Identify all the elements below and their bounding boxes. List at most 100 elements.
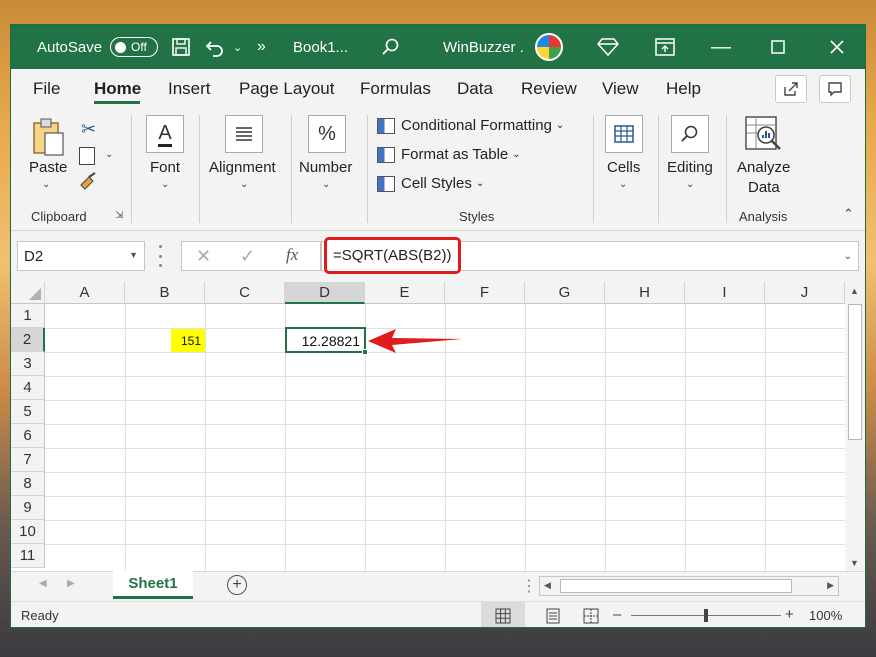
tab-home[interactable]: Home bbox=[94, 79, 141, 99]
row-header-1[interactable]: 1 bbox=[11, 304, 45, 328]
zoom-out-button[interactable]: – bbox=[613, 606, 621, 623]
save-icon[interactable] bbox=[171, 25, 191, 69]
cells-dropdown-icon[interactable]: ⌄ bbox=[619, 179, 627, 190]
row-header-8[interactable]: 8 bbox=[11, 472, 45, 496]
minimize-icon[interactable]: — bbox=[711, 25, 731, 69]
scroll-right-icon[interactable]: ▶ bbox=[827, 580, 834, 591]
column-header-d[interactable]: D bbox=[285, 282, 365, 304]
analyze-data-icon[interactable] bbox=[742, 113, 784, 155]
formula-bar-grip-icon[interactable] bbox=[159, 245, 163, 267]
horizontal-scrollbar[interactable]: ◀ ▶ bbox=[539, 576, 839, 596]
column-header-b[interactable]: B bbox=[125, 282, 205, 304]
conditional-formatting-button[interactable]: Conditional Formatting ⌄ bbox=[377, 117, 564, 134]
scroll-left-icon[interactable]: ◀ bbox=[544, 580, 551, 591]
font-button[interactable]: Font bbox=[150, 159, 180, 176]
scroll-down-icon[interactable]: ▼ bbox=[850, 558, 859, 568]
horizontal-scroll-thumb[interactable] bbox=[560, 579, 792, 593]
paste-button[interactable]: Paste bbox=[29, 159, 67, 176]
copy-icon[interactable] bbox=[79, 147, 95, 165]
formula-text-highlight[interactable]: =SQRT(ABS(B2)) bbox=[324, 237, 461, 274]
number-dropdown-icon[interactable]: ⌄ bbox=[322, 179, 330, 190]
page-layout-view-button[interactable] bbox=[545, 608, 561, 627]
file-name[interactable]: Book1... bbox=[293, 25, 348, 69]
alignment-icon[interactable] bbox=[225, 115, 263, 153]
share-button[interactable] bbox=[775, 75, 807, 103]
row-header-10[interactable]: 10 bbox=[11, 520, 45, 544]
cells-icon[interactable] bbox=[605, 115, 643, 153]
copy-dropdown-icon[interactable]: ⌄ bbox=[105, 149, 113, 160]
scroll-up-icon[interactable]: ▲ bbox=[850, 286, 859, 296]
cell-b2[interactable]: 151 bbox=[171, 329, 205, 352]
enter-icon[interactable]: ✓ bbox=[240, 246, 255, 267]
scroll-tabs-right-icon[interactable]: ▶ bbox=[67, 578, 75, 589]
name-box[interactable]: D2 ▼ bbox=[17, 241, 145, 271]
worksheet-grid[interactable]: A B C D E F G H I J 1 2 3 4 5 6 7 8 9 10… bbox=[11, 282, 865, 572]
zoom-in-button[interactable]: + bbox=[785, 606, 794, 623]
zoom-level[interactable]: 100% bbox=[809, 608, 842, 623]
alignment-button[interactable]: Alignment bbox=[209, 159, 276, 176]
comments-button[interactable] bbox=[819, 75, 851, 103]
diamond-icon[interactable] bbox=[597, 25, 619, 69]
sheet-tab-sheet1[interactable]: Sheet1 bbox=[113, 571, 193, 599]
column-header-e[interactable]: E bbox=[365, 282, 445, 304]
insert-function-button[interactable]: fx bbox=[286, 245, 298, 265]
row-header-6[interactable]: 6 bbox=[11, 424, 45, 448]
column-header-f[interactable]: F bbox=[445, 282, 525, 304]
tab-view[interactable]: View bbox=[602, 79, 639, 99]
editing-icon[interactable] bbox=[671, 115, 709, 153]
undo-icon[interactable] bbox=[205, 25, 225, 69]
expand-formula-bar-icon[interactable]: ⌄ bbox=[844, 251, 852, 262]
format-painter-icon[interactable] bbox=[77, 171, 99, 191]
account-name[interactable]: WinBuzzer . bbox=[443, 25, 524, 69]
cut-icon[interactable]: ✂ bbox=[81, 119, 96, 140]
ribbon-display-icon[interactable] bbox=[655, 25, 675, 69]
cell-styles-button[interactable]: Cell Styles ⌄ bbox=[377, 175, 484, 192]
row-header-4[interactable]: 4 bbox=[11, 376, 45, 400]
column-header-j[interactable]: J bbox=[765, 282, 845, 304]
tab-splitter-icon[interactable]: ⋮ bbox=[521, 576, 537, 596]
alignment-dropdown-icon[interactable]: ⌄ bbox=[240, 179, 248, 190]
avatar[interactable] bbox=[535, 25, 563, 69]
vertical-scrollbar[interactable]: ▲ ▼ bbox=[845, 282, 865, 572]
maximize-icon[interactable] bbox=[771, 25, 785, 69]
paste-dropdown-icon[interactable]: ⌄ bbox=[42, 179, 50, 190]
format-as-table-button[interactable]: Format as Table ⌄ bbox=[377, 146, 521, 163]
editing-dropdown-icon[interactable]: ⌄ bbox=[686, 179, 694, 190]
undo-dropdown-icon[interactable]: ⌄ bbox=[233, 25, 242, 69]
cancel-icon[interactable]: ✕ bbox=[196, 246, 211, 267]
zoom-slider-thumb[interactable] bbox=[704, 609, 708, 622]
paste-icon[interactable] bbox=[31, 117, 65, 157]
name-box-dropdown-icon[interactable]: ▼ bbox=[129, 250, 138, 260]
normal-view-button[interactable] bbox=[481, 602, 525, 627]
dialog-launcher-icon[interactable]: ⇲ bbox=[115, 210, 123, 221]
tab-insert[interactable]: Insert bbox=[168, 79, 211, 99]
search-icon[interactable] bbox=[381, 25, 401, 69]
column-header-i[interactable]: I bbox=[685, 282, 765, 304]
row-header-2[interactable]: 2 bbox=[11, 328, 45, 352]
tab-data[interactable]: Data bbox=[457, 79, 493, 99]
scroll-tabs-left-icon[interactable]: ◀ bbox=[39, 578, 47, 589]
column-header-c[interactable]: C bbox=[205, 282, 285, 304]
autosave[interactable]: AutoSave Off bbox=[37, 25, 159, 69]
more-commands-icon[interactable]: » bbox=[257, 25, 266, 69]
font-dropdown-icon[interactable]: ⌄ bbox=[161, 179, 169, 190]
tab-page-layout[interactable]: Page Layout bbox=[239, 79, 334, 99]
page-break-view-button[interactable] bbox=[583, 608, 599, 627]
font-icon[interactable]: A bbox=[146, 115, 184, 153]
analyze-data-button[interactable]: Analyze bbox=[737, 159, 790, 176]
close-icon[interactable] bbox=[829, 25, 845, 69]
add-sheet-button[interactable]: + bbox=[227, 575, 247, 595]
tab-review[interactable]: Review bbox=[521, 79, 577, 99]
row-header-3[interactable]: 3 bbox=[11, 352, 45, 376]
row-header-9[interactable]: 9 bbox=[11, 496, 45, 520]
editing-button[interactable]: Editing bbox=[667, 159, 713, 176]
tab-formulas[interactable]: Formulas bbox=[360, 79, 431, 99]
number-button[interactable]: Number bbox=[299, 159, 352, 176]
vertical-scroll-thumb[interactable] bbox=[848, 304, 862, 440]
column-header-g[interactable]: G bbox=[525, 282, 605, 304]
row-header-7[interactable]: 7 bbox=[11, 448, 45, 472]
tab-help[interactable]: Help bbox=[666, 79, 701, 99]
row-header-5[interactable]: 5 bbox=[11, 400, 45, 424]
collapse-ribbon-icon[interactable]: ⌃ bbox=[843, 206, 854, 222]
cell-d2[interactable]: 12.28821 bbox=[285, 327, 366, 353]
